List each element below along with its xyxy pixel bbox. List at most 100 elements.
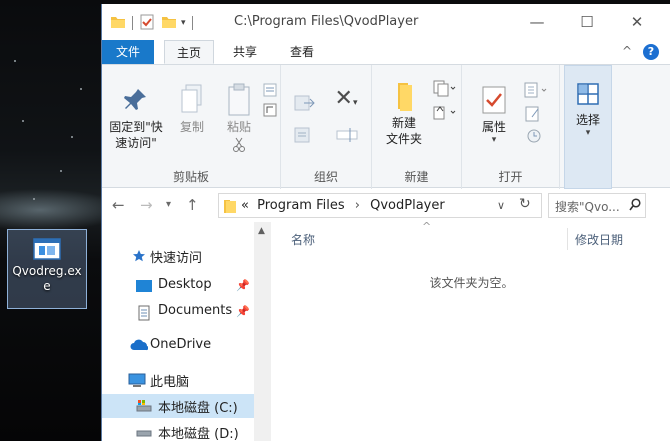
ribbon-tabs: 文件 主页 共享 查看 ^ ? xyxy=(102,40,670,64)
new-folder-label-line2: 文件夹 xyxy=(385,132,422,146)
refresh-icon[interactable]: ↻ xyxy=(519,196,531,212)
tab-home[interactable]: 主页 xyxy=(164,40,215,64)
select-button[interactable]: 选择 ▾ xyxy=(569,82,607,138)
ribbon-group-select: 选择 ▾ xyxy=(564,65,612,189)
search-icon[interactable] xyxy=(629,198,641,215)
address-overflow[interactable]: « xyxy=(241,198,249,213)
star xyxy=(22,120,24,122)
breadcrumb-program-files[interactable]: Program Files xyxy=(257,198,345,213)
tab-file[interactable]: 文件 xyxy=(102,40,154,64)
copy-to-button[interactable] xyxy=(291,125,319,149)
nav-item-drive-d[interactable]: 本地磁盘 (D:) xyxy=(102,420,254,441)
sort-ascending-icon: ^ xyxy=(422,220,432,233)
copy-button[interactable]: 复制 xyxy=(172,83,212,135)
search-placeholder: 搜索"Qvo... xyxy=(555,200,620,214)
star xyxy=(33,198,35,200)
breadcrumb-qvodplayer[interactable]: QvodPlayer xyxy=(370,198,445,213)
desktop-icon-label: Qvodreg.exe xyxy=(12,264,82,293)
pin-icon[interactable]: 📌 xyxy=(236,279,250,292)
address-path: « Program Files › QvodPlayer xyxy=(241,198,445,213)
customize-dropdown-icon[interactable]: ▾ xyxy=(181,18,186,28)
nav-item-drive-c[interactable]: 本地磁盘 (C:) xyxy=(102,394,254,418)
properties-check-icon[interactable] xyxy=(139,14,155,33)
nav-item-documents[interactable]: Documents 📌 xyxy=(102,300,254,324)
scroll-up-arrow-icon[interactable]: ▲ xyxy=(258,226,265,236)
copy-label: 复制 xyxy=(179,120,204,134)
search-box[interactable]: 搜索"Qvo... xyxy=(548,193,646,218)
paste-icon xyxy=(218,83,260,119)
delete-icon: ✕ xyxy=(334,86,353,111)
paste-label: 粘贴 xyxy=(226,120,251,134)
up-arrow-icon[interactable]: ↑ xyxy=(186,196,199,214)
properties-button[interactable]: 属性 ▾ xyxy=(476,85,512,145)
star xyxy=(14,60,16,62)
delete-button[interactable]: ✕▾ xyxy=(331,88,361,111)
recent-locations-chevron-icon[interactable]: ▾ xyxy=(166,199,171,210)
navigation-pane: 快速访问 Desktop 📌 Documents 📌 OneDrive 此电脑 … xyxy=(102,222,272,441)
paste-shortcut-button[interactable] xyxy=(262,103,278,121)
maximize-button[interactable]: ☐ xyxy=(564,10,610,36)
desktop-icon xyxy=(136,279,152,293)
close-button[interactable]: ✕ xyxy=(614,10,660,36)
nav-label: Desktop xyxy=(158,277,212,292)
edit-button[interactable] xyxy=(520,105,548,127)
column-header-name[interactable]: 名称 xyxy=(291,231,315,248)
nav-label: 本地磁盘 (C:) xyxy=(158,401,238,416)
tab-view[interactable]: 查看 xyxy=(278,40,326,64)
nav-item-this-pc[interactable]: 此电脑 xyxy=(102,368,254,392)
navigation-scrollbar[interactable]: ▲ xyxy=(254,222,271,441)
forward-arrow-icon[interactable]: → xyxy=(140,196,153,214)
select-label: 选择 xyxy=(575,113,600,127)
new-item-button[interactable] xyxy=(430,79,458,101)
ribbon-group-clipboard: 固定到"快 速访问" 复制 粘贴 剪贴板 xyxy=(102,65,281,189)
nav-item-desktop[interactable]: Desktop 📌 xyxy=(102,274,254,298)
paste-button[interactable]: 粘贴 xyxy=(218,83,260,157)
pin-to-quick-access-button[interactable]: 固定到"快 速访问" xyxy=(106,87,166,151)
drive-icon xyxy=(136,425,152,439)
pin-icon xyxy=(106,87,166,119)
address-dropdown-icon[interactable]: ∨ xyxy=(497,199,505,212)
new-folder-button[interactable]: 新建 文件夹 xyxy=(378,79,430,147)
properties-label: 属性 xyxy=(481,120,506,134)
new-folder-icon xyxy=(378,79,430,115)
collapse-ribbon-icon[interactable]: ^ xyxy=(622,44,632,58)
nav-label: OneDrive xyxy=(150,337,212,352)
open-button[interactable] xyxy=(520,81,550,103)
new-folder-label-line1: 新建 xyxy=(391,116,416,130)
help-icon[interactable]: ? xyxy=(643,44,659,60)
computer-icon xyxy=(128,373,146,387)
move-to-button[interactable] xyxy=(291,93,319,117)
column-header-modified[interactable]: 修改日期 xyxy=(575,231,623,248)
quick-access-toolbar: ▾ xyxy=(110,13,199,33)
breadcrumb-separator[interactable]: › xyxy=(355,198,360,213)
nav-item-onedrive[interactable]: OneDrive xyxy=(102,334,254,358)
history-button[interactable] xyxy=(520,127,548,149)
easy-access-button[interactable] xyxy=(430,103,458,125)
folder-icon xyxy=(110,14,126,33)
address-row: ← → ▾ ↑ « Program Files › QvodPlayer ∨ ↻… xyxy=(102,189,670,222)
ribbon: 固定到"快 速访问" 复制 粘贴 剪贴板 ✕▾ 组织 新建 文件夹 新建 属性 … xyxy=(102,64,670,189)
minimize-button[interactable]: — xyxy=(514,10,560,36)
pin-icon[interactable]: 📌 xyxy=(236,305,250,318)
star-icon xyxy=(132,249,148,263)
tab-share[interactable]: 共享 xyxy=(221,40,269,64)
back-arrow-icon[interactable]: ← xyxy=(112,196,125,214)
nav-label: 快速访问 xyxy=(150,251,203,266)
nav-item-quick-access[interactable]: 快速访问 xyxy=(102,244,254,268)
file-list: ^ 名称 修改日期 该文件夹为空。 xyxy=(272,220,670,441)
scissors-icon[interactable] xyxy=(218,137,260,157)
divider xyxy=(132,16,133,30)
empty-folder-message: 该文件夹为空。 xyxy=(429,276,514,290)
new-folder-icon[interactable] xyxy=(161,14,177,33)
folder-icon xyxy=(223,198,237,217)
nav-label: 本地磁盘 (D:) xyxy=(158,427,239,441)
ribbon-group-new: 新建 文件夹 新建 xyxy=(372,65,462,189)
rename-button[interactable] xyxy=(333,125,361,149)
desktop-icon-qvodreg[interactable]: Qvodreg.exe xyxy=(7,229,87,309)
onedrive-cloud-icon xyxy=(130,339,149,353)
star xyxy=(60,170,62,172)
copy-path-button[interactable] xyxy=(262,83,278,101)
nav-label: Documents xyxy=(158,303,233,318)
column-divider[interactable] xyxy=(567,228,568,250)
address-bar[interactable]: « Program Files › QvodPlayer ∨ ↻ xyxy=(218,193,542,218)
